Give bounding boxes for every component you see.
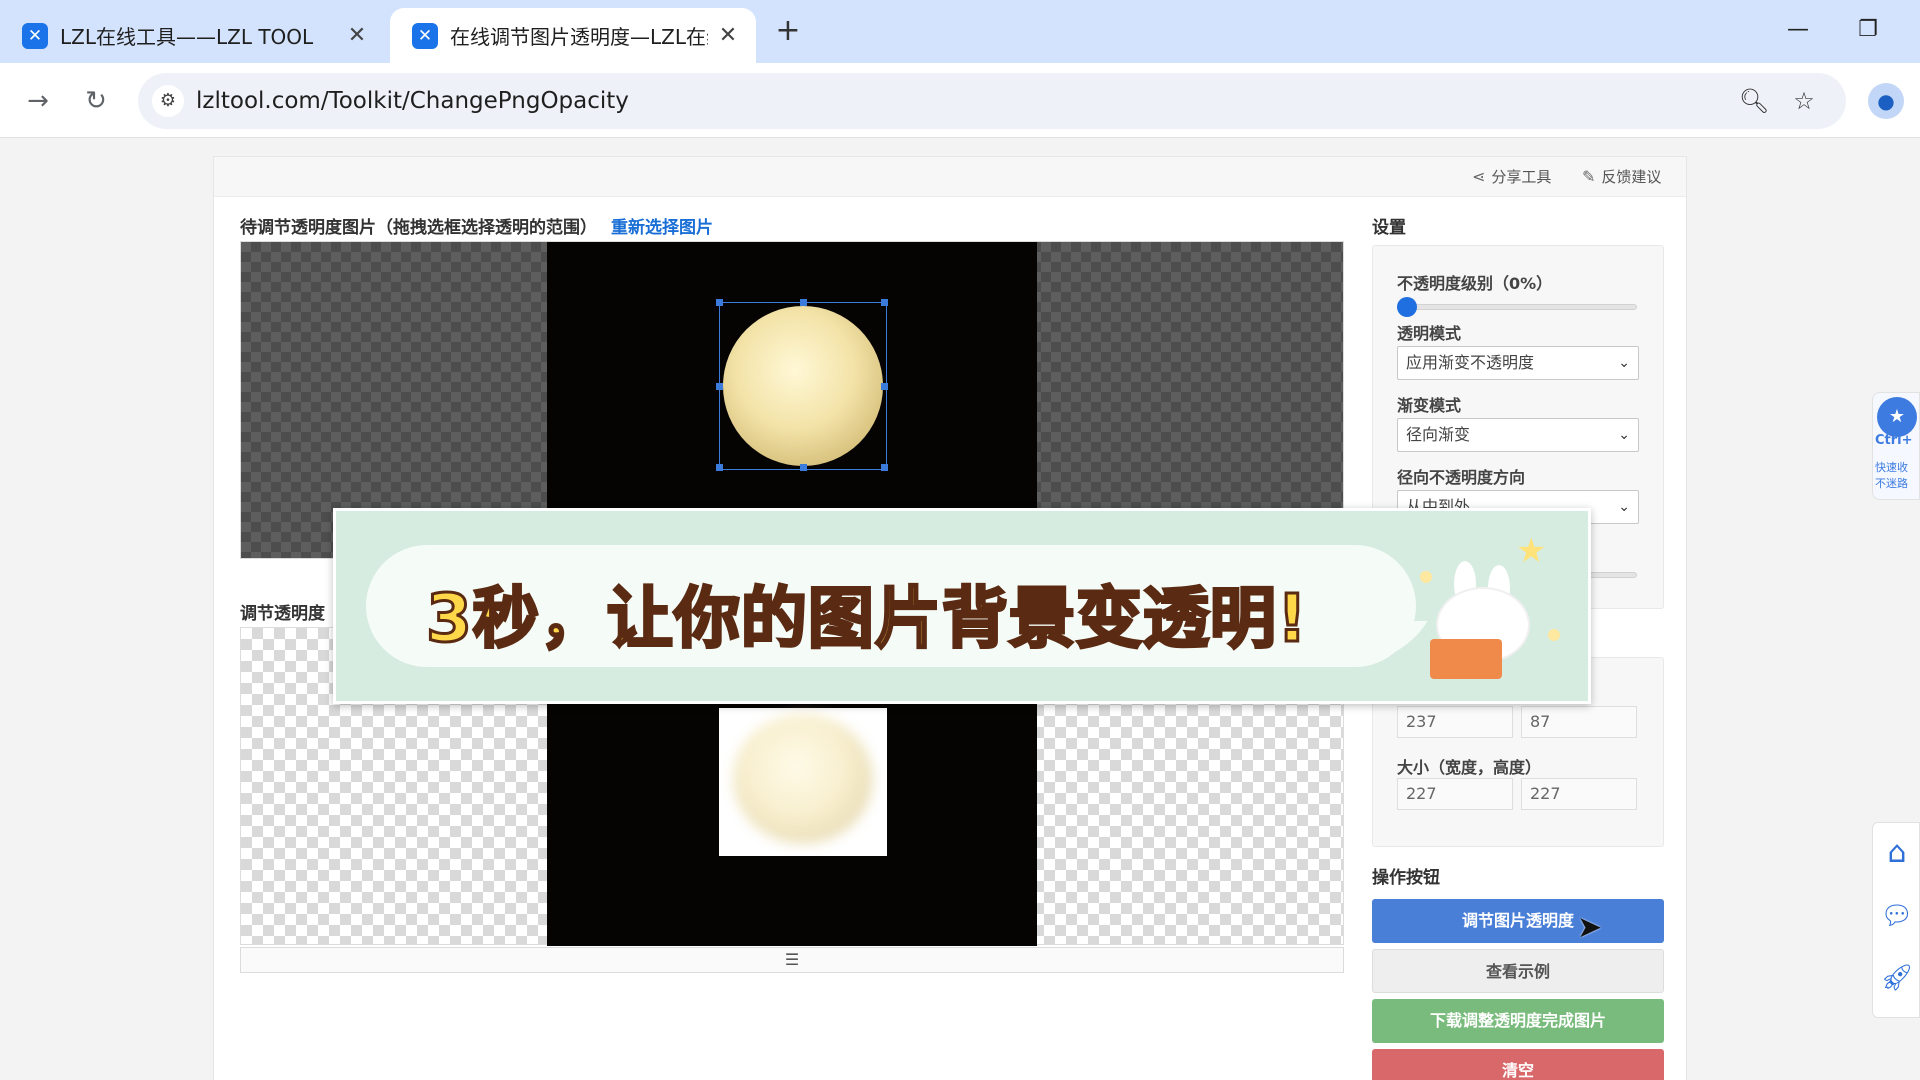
opacity-slider[interactable]	[1397, 304, 1637, 310]
cursor-icon: ➤	[1577, 910, 1603, 945]
quick-favorite-widget[interactable]: ★ Ctrl+ 快速收 不迷路	[1872, 392, 1920, 500]
size-height-input[interactable]: 227	[1521, 778, 1637, 810]
tab-title: 在线调节图片透明度—LZL在线	[450, 25, 708, 49]
no-lose-text: 不迷路	[1875, 477, 1908, 490]
browser-tab-bar: ✕ LZL在线工具——LZL TOOL ✕ ✕ 在线调节图片透明度—LZL在线 …	[0, 0, 1920, 63]
edit-icon: ✎	[1582, 167, 1596, 186]
gradient-mode-label: 渐变模式	[1397, 396, 1462, 415]
banner-headline: 3秒，让你的图片背景变透明!	[424, 579, 1309, 659]
size-width-input[interactable]: 227	[1397, 778, 1513, 810]
star-badge-icon: ★	[1877, 397, 1917, 437]
result-image-title: 调节透明度	[240, 604, 325, 624]
address-bar[interactable]: ⚙ lzltool.com/Toolkit/ChangePngOpacity 🔍…	[138, 73, 1846, 129]
feedback-link[interactable]: ✎ 反馈建议	[1582, 166, 1661, 187]
star-icon: ★	[1516, 531, 1547, 571]
book-icon	[1430, 639, 1502, 679]
position-x-input[interactable]: 237	[1397, 706, 1513, 738]
resize-handle[interactable]	[716, 299, 723, 306]
back-arrow-icon[interactable]: →	[18, 81, 58, 121]
download-image-button[interactable]: 下载调整透明度完成图片	[1372, 999, 1664, 1043]
page-header: ⋖ 分享工具 ✎ 反馈建议	[214, 157, 1686, 197]
radial-direction-label: 径向不透明度方向	[1397, 468, 1526, 487]
feedback-label: 反馈建议	[1601, 168, 1662, 186]
share-label: 分享工具	[1491, 168, 1552, 186]
opacity-slider-thumb[interactable]	[1397, 297, 1417, 317]
resize-handle[interactable]	[800, 299, 807, 306]
share-tool-link[interactable]: ⋖ 分享工具	[1472, 166, 1551, 187]
gradient-mode-select[interactable]: 径向渐变 ⌄	[1397, 418, 1639, 452]
sparkle-icon	[1548, 629, 1560, 641]
ctrl-hint: Ctrl+	[1875, 433, 1913, 448]
size-label: 大小（宽度，高度）	[1397, 758, 1542, 777]
close-icon[interactable]: ✕	[716, 23, 740, 48]
transparent-mode-value: 应用渐变不透明度	[1406, 353, 1535, 372]
url-text[interactable]: lzltool.com/Toolkit/ChangePngOpacity	[196, 73, 629, 129]
wechat-icon[interactable]: 💬︎	[1873, 901, 1920, 931]
tab-opacity-tool[interactable]: ✕ 在线调节图片透明度—LZL在线 ✕	[390, 8, 756, 63]
bookmark-star-icon[interactable]: ☆	[1788, 85, 1820, 117]
actions-title: 操作按钮	[1372, 868, 1440, 888]
resize-handle[interactable]	[881, 383, 888, 390]
new-tab-button[interactable]: +	[772, 16, 804, 48]
resize-handle[interactable]	[881, 299, 888, 306]
chevron-down-icon: ⌄	[1618, 499, 1630, 515]
reselect-image-link[interactable]: 重新选择图片	[611, 218, 713, 238]
site-settings-icon[interactable]: ⚙	[152, 85, 184, 117]
resize-handle[interactable]	[716, 383, 723, 390]
home-icon[interactable]: ⌂	[1873, 835, 1920, 870]
resize-handle[interactable]	[800, 464, 807, 471]
list-icon[interactable]: ☰	[785, 950, 799, 969]
chevron-down-icon: ⌄	[1618, 427, 1630, 443]
source-image-title: 待调节透明度图片（拖拽选框选择透明的范围） 重新选择图片	[240, 213, 713, 238]
result-toggle-bar[interactable]: ☰	[240, 947, 1344, 973]
restore-button[interactable]: ❐	[1848, 12, 1888, 48]
minimize-button[interactable]: —	[1778, 12, 1818, 48]
promo-banner: 3秒，让你的图片背景变透明! ★	[333, 508, 1591, 704]
tab-title: LZL在线工具——LZL TOOL	[60, 25, 314, 49]
resize-handle[interactable]	[716, 464, 723, 471]
transparent-mode-select[interactable]: 应用渐变不透明度 ⌄	[1397, 346, 1639, 380]
selection-box[interactable]	[716, 299, 888, 471]
transparent-mode-label: 透明模式	[1397, 324, 1462, 343]
position-y-input[interactable]: 87	[1521, 706, 1637, 738]
settings-title: 设置	[1372, 218, 1406, 238]
reload-icon[interactable]: ↻	[76, 81, 116, 121]
zoom-icon[interactable]: 🔍︎	[1738, 85, 1770, 117]
rocket-icon[interactable]: 🚀︎	[1873, 963, 1920, 993]
faded-moon	[733, 714, 873, 844]
gradient-mode-value: 径向渐变	[1406, 425, 1471, 444]
browser-toolbar: → ↻ ⚙ lzltool.com/Toolkit/ChangePngOpaci…	[0, 63, 1920, 138]
profile-avatar[interactable]: ●	[1868, 83, 1904, 119]
side-nav-widget: ⌂ 💬︎ 🚀︎	[1872, 822, 1920, 1018]
quick-fav-text: 快速收	[1875, 461, 1908, 474]
bunny-reading-icon	[1416, 561, 1546, 679]
tools-icon: ✕	[412, 22, 438, 49]
close-icon[interactable]: ✕	[345, 23, 369, 48]
sparkle-icon	[1420, 571, 1432, 583]
resize-handle[interactable]	[881, 464, 888, 471]
tab-lzl-home[interactable]: ✕ LZL在线工具——LZL TOOL ✕	[0, 8, 385, 63]
view-example-button[interactable]: 查看示例	[1372, 949, 1664, 993]
chevron-down-icon: ⌄	[1618, 355, 1630, 371]
adjust-opacity-button[interactable]: 调节图片透明度	[1372, 899, 1664, 943]
source-title-text: 待调节透明度图片（拖拽选框选择透明的范围）	[240, 218, 597, 238]
clear-button[interactable]: 清空	[1372, 1049, 1664, 1080]
tools-icon: ✕	[22, 22, 48, 49]
share-icon: ⋖	[1472, 167, 1486, 186]
opacity-level-label: 不透明度级别（0%）	[1397, 274, 1553, 293]
